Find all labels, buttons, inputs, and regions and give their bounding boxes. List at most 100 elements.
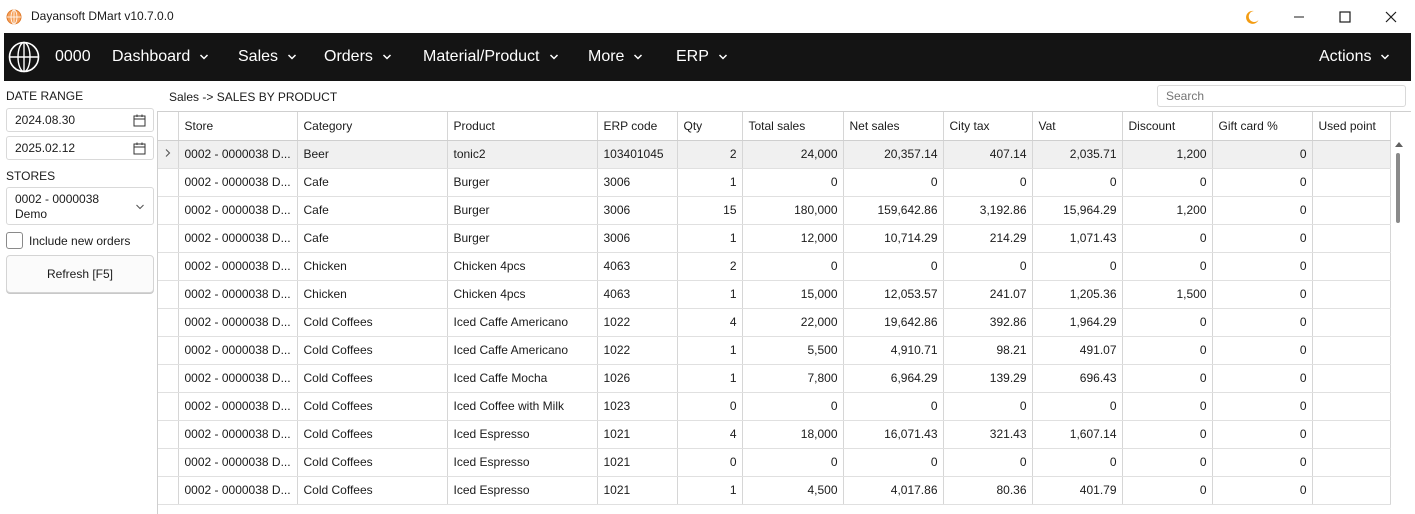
cell-total-sales[interactable]: 24,000 <box>742 140 844 169</box>
cell-store[interactable]: 0002 - 0000038 D... <box>178 168 298 197</box>
scrollbar-thumb[interactable] <box>1396 153 1400 223</box>
cell-qty[interactable]: 4 <box>677 420 743 449</box>
calendar-icon[interactable] <box>133 114 146 127</box>
cell-product[interactable]: Iced Espresso <box>447 476 598 505</box>
cell-discount[interactable]: 1,200 <box>1122 196 1213 225</box>
cell-category[interactable]: Cold Coffees <box>297 420 448 449</box>
cell-qty[interactable]: 0 <box>677 392 743 421</box>
cell-vat[interactable]: 1,964.29 <box>1032 308 1123 337</box>
cell-city-tax[interactable]: 214.29 <box>943 224 1033 253</box>
table-row[interactable]: 0002 - 0000038 D... Cafe Burger 3006 15 180,0… <box>158 196 1391 225</box>
cell-city-tax[interactable]: 0 <box>943 168 1033 197</box>
cell-store[interactable]: 0002 - 0000038 D... <box>178 308 298 337</box>
cell-store[interactable]: 0002 - 0000038 D... <box>178 364 298 393</box>
cell-category[interactable]: Chicken <box>297 280 448 309</box>
column-header-erp-code[interactable]: ERP code <box>597 112 678 141</box>
cell-city-tax[interactable]: 139.29 <box>943 364 1033 393</box>
cell-net-sales[interactable]: 0 <box>843 448 944 477</box>
cell-net-sales[interactable]: 12,053.57 <box>843 280 944 309</box>
cell-store[interactable]: 0002 - 0000038 D... <box>178 140 298 169</box>
cell-vat[interactable]: 401.79 <box>1032 476 1123 505</box>
table-row[interactable]: 0002 - 0000038 D... Chicken Chicken 4pcs 40… <box>158 280 1391 309</box>
cell-net-sales[interactable]: 16,071.43 <box>843 420 944 449</box>
cell-city-tax[interactable]: 321.43 <box>943 420 1033 449</box>
cell-qty[interactable]: 2 <box>677 140 743 169</box>
cell-category[interactable]: Cold Coffees <box>297 364 448 393</box>
cell-gift-card[interactable]: 0 <box>1212 224 1313 253</box>
cell-product[interactable]: Iced Espresso <box>447 448 598 477</box>
cell-discount[interactable]: 0 <box>1122 448 1213 477</box>
cell-net-sales[interactable]: 4,017.86 <box>843 476 944 505</box>
cell-used-point[interactable] <box>1312 224 1391 253</box>
cell-total-sales[interactable]: 4,500 <box>742 476 844 505</box>
cell-city-tax[interactable]: 241.07 <box>943 280 1033 309</box>
include-new-orders-checkbox[interactable] <box>6 232 23 249</box>
cell-qty[interactable]: 4 <box>677 308 743 337</box>
cell-product[interactable]: Iced Coffee with Milk <box>447 392 598 421</box>
cell-city-tax[interactable]: 98.21 <box>943 336 1033 365</box>
date-from-picker[interactable]: 2024.08.30 <box>6 108 154 132</box>
cell-product[interactable]: Burger <box>447 224 598 253</box>
close-button[interactable] <box>1368 0 1414 33</box>
column-header-net-sales[interactable]: Net sales <box>843 112 944 141</box>
table-row[interactable]: 0002 - 0000038 D... Cold Coffees Iced Caff… <box>158 364 1391 393</box>
cell-erp-code[interactable]: 1021 <box>597 420 678 449</box>
minimize-button[interactable] <box>1276 0 1322 33</box>
cell-total-sales[interactable]: 5,500 <box>742 336 844 365</box>
cell-category[interactable]: Cold Coffees <box>297 392 448 421</box>
search-input[interactable] <box>1157 85 1406 107</box>
cell-qty[interactable]: 15 <box>677 196 743 225</box>
cell-store[interactable]: 0002 - 0000038 D... <box>178 420 298 449</box>
cell-qty[interactable]: 2 <box>677 252 743 281</box>
cell-qty[interactable]: 1 <box>677 364 743 393</box>
column-header-store[interactable]: Store <box>178 112 298 141</box>
cell-product[interactable]: Burger <box>447 196 598 225</box>
moon-icon[interactable] <box>1244 9 1260 25</box>
cell-qty[interactable]: 0 <box>677 448 743 477</box>
cell-store[interactable]: 0002 - 0000038 D... <box>178 196 298 225</box>
table-row[interactable]: 0002 - 0000038 D... Cold Coffees Iced Caff… <box>158 336 1391 365</box>
cell-product[interactable]: Iced Caffe Americano <box>447 308 598 337</box>
cell-net-sales[interactable]: 159,642.86 <box>843 196 944 225</box>
maximize-button[interactable] <box>1322 0 1368 33</box>
table-row[interactable]: 0002 - 0000038 D... Cold Coffees Iced Espr… <box>158 420 1391 449</box>
cell-city-tax[interactable]: 80.36 <box>943 476 1033 505</box>
cell-category[interactable]: Cold Coffees <box>297 448 448 477</box>
cell-erp-code[interactable]: 1026 <box>597 364 678 393</box>
cell-product[interactable]: Iced Caffe Mocha <box>447 364 598 393</box>
cell-total-sales[interactable]: 0 <box>742 448 844 477</box>
cell-total-sales[interactable]: 15,000 <box>742 280 844 309</box>
globe-logo-icon[interactable] <box>8 41 40 73</box>
cell-vat[interactable]: 15,964.29 <box>1032 196 1123 225</box>
cell-discount[interactable]: 0 <box>1122 476 1213 505</box>
cell-gift-card[interactable]: 0 <box>1212 168 1313 197</box>
cell-category[interactable]: Cafe <box>297 196 448 225</box>
cell-used-point[interactable] <box>1312 364 1391 393</box>
cell-category[interactable]: Cold Coffees <box>297 476 448 505</box>
cell-gift-card[interactable]: 0 <box>1212 448 1313 477</box>
cell-vat[interactable]: 1,607.14 <box>1032 420 1123 449</box>
cell-total-sales[interactable]: 7,800 <box>742 364 844 393</box>
cell-used-point[interactable] <box>1312 308 1391 337</box>
cell-erp-code[interactable]: 3006 <box>597 168 678 197</box>
cell-vat[interactable]: 0 <box>1032 252 1123 281</box>
cell-erp-code[interactable]: 3006 <box>597 196 678 225</box>
cell-erp-code[interactable]: 1022 <box>597 308 678 337</box>
cell-total-sales[interactable]: 12,000 <box>742 224 844 253</box>
nav-more[interactable]: More <box>588 33 643 81</box>
cell-used-point[interactable] <box>1312 476 1391 505</box>
cell-gift-card[interactable]: 0 <box>1212 140 1313 169</box>
cell-vat[interactable]: 2,035.71 <box>1032 140 1123 169</box>
cell-gift-card[interactable]: 0 <box>1212 252 1313 281</box>
cell-city-tax[interactable]: 407.14 <box>943 140 1033 169</box>
cell-used-point[interactable] <box>1312 252 1391 281</box>
cell-store[interactable]: 0002 - 0000038 D... <box>178 224 298 253</box>
cell-total-sales[interactable]: 22,000 <box>742 308 844 337</box>
cell-net-sales[interactable]: 6,964.29 <box>843 364 944 393</box>
nav-actions[interactable]: Actions <box>1319 33 1390 81</box>
cell-store[interactable]: 0002 - 0000038 D... <box>178 476 298 505</box>
cell-gift-card[interactable]: 0 <box>1212 392 1313 421</box>
cell-used-point[interactable] <box>1312 336 1391 365</box>
cell-category[interactable]: Cold Coffees <box>297 308 448 337</box>
cell-store[interactable]: 0002 - 0000038 D... <box>178 280 298 309</box>
